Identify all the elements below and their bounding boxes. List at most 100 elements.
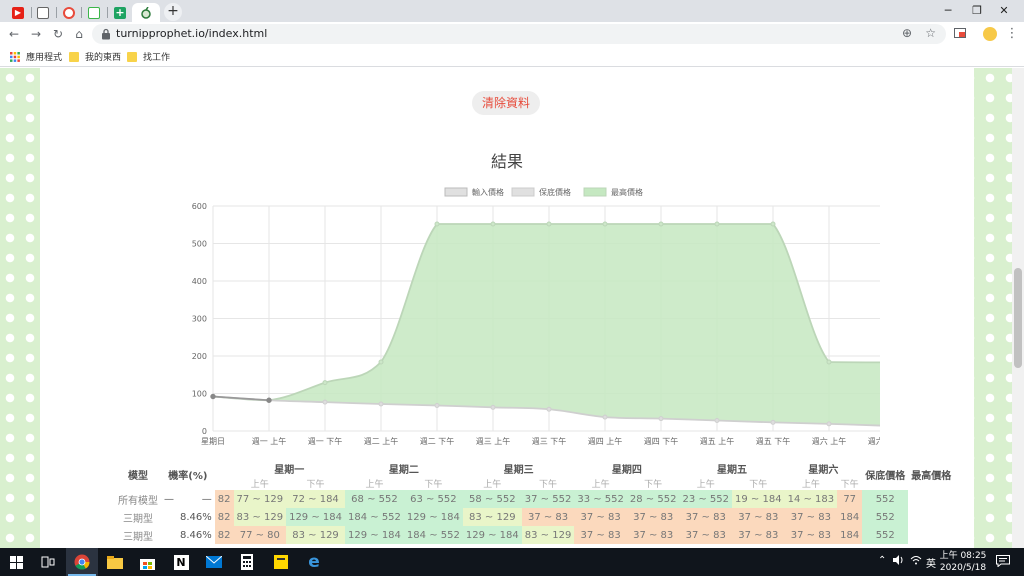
header-probability: 機率(%) bbox=[168, 471, 208, 482]
tab-youtube[interactable]: ▶ bbox=[6, 3, 30, 22]
y-tick-label: 400 bbox=[192, 277, 207, 286]
y-tick-label: 500 bbox=[192, 240, 207, 249]
close-button[interactable]: ✕ bbox=[984, 0, 1024, 22]
header-monday: 星期一 bbox=[274, 464, 305, 476]
legend-swatch bbox=[511, 187, 535, 197]
taskbar-store[interactable] bbox=[131, 548, 163, 576]
price-range-cell: 77 ~ 129 bbox=[233, 490, 287, 508]
tab-2[interactable] bbox=[31, 3, 55, 22]
price-range-cell: 37 ~ 83 bbox=[732, 508, 785, 526]
price-range-cell: 23 ~ 552 bbox=[679, 490, 733, 508]
tab-3[interactable] bbox=[57, 3, 81, 22]
reload-button[interactable]: ↻ bbox=[50, 26, 66, 42]
bookmark-find-job[interactable]: 找工作 bbox=[127, 49, 170, 64]
y-tick-label: 600 bbox=[192, 202, 207, 211]
x-tick-label: 週二 下午 bbox=[420, 436, 455, 446]
menu-button[interactable]: ⋮ bbox=[1004, 26, 1020, 42]
taskbar-mail[interactable] bbox=[198, 548, 230, 576]
prediction-table: 模型 機率(%) 星期一 星期二 星期三 星期四 星期五 星期六 保底價格 最高… bbox=[115, 459, 954, 544]
taskbar-notion[interactable]: N bbox=[165, 548, 197, 576]
turnip-icon bbox=[140, 6, 152, 19]
x-tick-label: 週五 上午 bbox=[700, 436, 735, 446]
wifi-icon[interactable] bbox=[910, 555, 922, 568]
ime-indicator[interactable]: 英 bbox=[926, 555, 936, 570]
back-button[interactable]: ← bbox=[6, 26, 22, 42]
table-row: 所有模型 — —82 77 ~ 129 72 ~ 184 68 ~ 552 63 ~ 552… bbox=[115, 490, 954, 508]
add-circle-icon[interactable]: ⊕ bbox=[902, 26, 912, 40]
x-tick-label: 週二 上午 bbox=[364, 436, 399, 446]
subheader-am: 上午 bbox=[591, 480, 610, 490]
scrollbar-thumb[interactable] bbox=[1014, 268, 1022, 368]
taskbar-file-explorer[interactable] bbox=[99, 548, 131, 576]
forward-button[interactable]: → bbox=[28, 26, 44, 42]
apps-grid-icon bbox=[10, 51, 20, 62]
start-button[interactable] bbox=[0, 548, 32, 576]
max-price-point bbox=[378, 359, 384, 365]
min-price-point bbox=[378, 401, 384, 407]
home-button[interactable]: ⌂ bbox=[71, 26, 87, 42]
min-price-cell: 77 bbox=[837, 490, 863, 508]
buy-price-cell: 82 bbox=[214, 490, 234, 508]
cast-extension-icon[interactable] bbox=[952, 26, 968, 42]
notion-icon: N bbox=[173, 554, 189, 570]
subheader-pm: 下午 bbox=[840, 480, 859, 490]
tab-4[interactable] bbox=[82, 3, 106, 22]
windows-logo-icon bbox=[9, 555, 23, 569]
page-scrollbar[interactable] bbox=[1012, 68, 1024, 548]
buy-price-cell: 82 bbox=[214, 508, 234, 526]
star-icon[interactable]: ☆ bbox=[925, 26, 936, 40]
y-tick-label: 200 bbox=[192, 352, 207, 361]
x-tick-label: 週三 上午 bbox=[476, 436, 511, 446]
min-price-point bbox=[826, 421, 832, 427]
volume-icon[interactable] bbox=[893, 555, 905, 568]
clear-data-button[interactable]: 清除資料 bbox=[472, 91, 540, 115]
mail-icon bbox=[206, 556, 222, 568]
clock[interactable]: 上午 08:25 2020/5/18 bbox=[938, 550, 988, 574]
taskbar-calculator[interactable] bbox=[231, 548, 263, 576]
min-price-cell: 184 bbox=[837, 526, 863, 544]
home-icon: ⌂ bbox=[75, 27, 83, 41]
arrow-right-icon: → bbox=[30, 27, 42, 41]
price-range-cell: 58 ~ 552 bbox=[462, 490, 522, 508]
max-price-point bbox=[714, 221, 720, 227]
subheader-row: 上午 下午 上午 下午 上午 下午 上午 下午 上午 下午 上午 下午 bbox=[115, 477, 954, 490]
plus-app-icon: + bbox=[114, 5, 126, 19]
sticky-notes-icon bbox=[274, 555, 288, 569]
browser-toolbar: ← → ↻ ⌂ turnipprophet.io/index.html ⊕ ☆ … bbox=[0, 22, 1024, 46]
taskbar-sticky-notes[interactable] bbox=[265, 548, 297, 576]
model-name: 三期型 bbox=[123, 513, 153, 525]
max-price-point bbox=[546, 221, 552, 227]
price-range-cell: 14 ~ 183 bbox=[784, 490, 838, 508]
max-price-point bbox=[434, 221, 440, 227]
max-price-point bbox=[658, 221, 664, 227]
folder-icon bbox=[107, 555, 123, 569]
subheader-am: 上午 bbox=[483, 480, 502, 490]
subheader-pm: 下午 bbox=[749, 480, 768, 490]
folder-icon bbox=[127, 51, 137, 62]
bookmark-label: 找工作 bbox=[143, 53, 171, 63]
price-range-cell: 37 ~ 83 bbox=[626, 508, 680, 526]
tray-overflow-button[interactable]: ⌃ bbox=[878, 555, 886, 566]
taskbar-edge[interactable]: e bbox=[298, 548, 330, 576]
input-price-point bbox=[266, 397, 272, 403]
clock-time: 上午 08:25 bbox=[939, 551, 987, 561]
profile-avatar[interactable] bbox=[982, 26, 998, 42]
address-bar[interactable]: turnipprophet.io/index.html ⊕ ☆ bbox=[92, 24, 946, 44]
bookmark-my-stuff[interactable]: 我的東西 bbox=[69, 49, 121, 64]
probability-cell: 8.46% bbox=[180, 529, 212, 541]
tab-turnip-prophet[interactable] bbox=[132, 3, 160, 22]
page-content: 清除資料 結果 輸入價格 保底價格 最高價格 0 100 200 300 400 500 600… bbox=[40, 68, 974, 548]
subheader-am: 上午 bbox=[250, 480, 269, 490]
buy-price-cell: 82 bbox=[214, 526, 234, 544]
max-price-cell: 552 bbox=[862, 526, 909, 544]
task-view-button[interactable] bbox=[32, 548, 64, 576]
taskbar-chrome[interactable] bbox=[66, 548, 98, 576]
bookmark-apps[interactable]: 應用程式 bbox=[10, 49, 62, 64]
probability-cell bbox=[161, 526, 177, 544]
tab-5[interactable]: + bbox=[108, 3, 132, 22]
table-row: 三期型 8.46% 82 83 ~ 129 129 ~ 184 184 ~ 552 129 … bbox=[115, 508, 954, 526]
price-range-cell: 37 ~ 83 bbox=[574, 508, 627, 526]
new-tab-button[interactable]: + bbox=[164, 3, 182, 21]
chart-areas bbox=[213, 224, 880, 426]
notification-button[interactable] bbox=[996, 555, 1010, 570]
